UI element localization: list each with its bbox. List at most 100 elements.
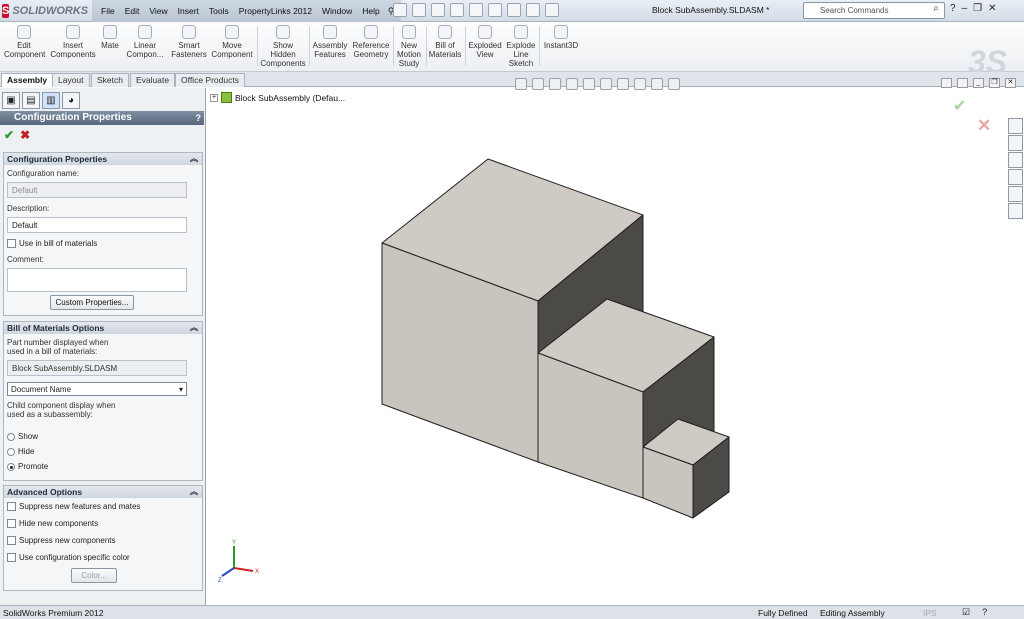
display-manager-icon[interactable]: ◕ [62, 92, 80, 109]
close-icon[interactable]: ✕ [988, 3, 996, 14]
radio-promote[interactable]: Promote [7, 462, 48, 471]
help-icon[interactable]: ? [196, 111, 202, 125]
doc-close-icon[interactable]: ✕ [1005, 78, 1016, 88]
restore-icon[interactable]: ❐ [973, 3, 982, 14]
chevron-down-icon[interactable]: ▾ [179, 385, 183, 394]
radio[interactable] [7, 447, 15, 456]
unit-system[interactable]: IPS [923, 608, 937, 618]
group-header[interactable]: Advanced Options ︽ [4, 486, 202, 498]
bill-of-materials-button[interactable]: Bill of Materials [428, 25, 462, 59]
print-icon[interactable] [450, 3, 464, 17]
tab-layout[interactable]: Layout [52, 73, 90, 87]
radio-hide[interactable]: Hide [7, 447, 34, 456]
mate-button[interactable]: Mate [98, 25, 122, 50]
doc-restore-icon[interactable]: ❐ [989, 78, 1000, 88]
description-field[interactable]: Default [7, 217, 187, 233]
cancel-x-icon[interactable]: ✖ [20, 128, 30, 142]
config-name-label: Configuration name: [7, 169, 80, 178]
graphics-area[interactable]: + Block SubAssembly (Defau... _ ❐ ✕ ✔ ✕ [207, 78, 1024, 605]
suppress-features-checkbox[interactable]: Suppress new features and mates [7, 502, 140, 511]
model-view[interactable] [207, 88, 1024, 605]
z-axis-label: Z [218, 578, 222, 583]
undo-icon[interactable] [469, 3, 483, 17]
rebuild-icon[interactable] [507, 3, 521, 17]
solidworks-logo[interactable]: S SOLIDWORKS [2, 2, 88, 20]
search-input[interactable]: Search Commands [804, 6, 928, 15]
use-in-bom-checkbox[interactable]: Use in bill of materials [7, 239, 97, 248]
checkbox[interactable] [7, 536, 16, 545]
new-document-icon[interactable] [393, 3, 407, 17]
comment-field[interactable] [7, 268, 187, 292]
tab-office-products[interactable]: Office Products [175, 73, 245, 87]
help-icon[interactable]: ? [950, 3, 956, 14]
child-display-label: Child component display when [7, 401, 116, 410]
help-status-icon[interactable]: ? [982, 607, 987, 618]
tab-assembly[interactable]: Assembly [1, 73, 54, 87]
menu-propertylinks[interactable]: PropertyLinks 2012 [234, 6, 317, 16]
select-icon[interactable] [488, 3, 502, 17]
checkbox[interactable] [7, 519, 16, 528]
menu-view[interactable]: View [144, 6, 172, 16]
reference-geometry-button[interactable]: Reference Geometry [351, 25, 391, 59]
bom-icon [438, 25, 452, 39]
explode-line-sketch-button[interactable]: Explode Line Sketch [505, 25, 537, 68]
radio-selected[interactable] [7, 462, 15, 471]
menu-window[interactable]: Window [317, 6, 357, 16]
instant3d-button[interactable]: Instant3D [541, 25, 581, 50]
menu-edit[interactable]: Edit [120, 6, 145, 16]
y-axis-label: Y [232, 540, 236, 546]
ok-check-icon[interactable]: ✔ [4, 128, 14, 142]
configuration-properties-group: Configuration Properties ︽ Configuration … [3, 152, 203, 316]
doc-minimize-icon[interactable]: _ [973, 78, 984, 88]
block-subassembly-model[interactable] [381, 158, 730, 519]
color-button[interactable]: Color... [71, 568, 117, 583]
part-number-source-select[interactable]: Document Name ▾ [7, 382, 187, 396]
checkbox[interactable] [7, 553, 16, 562]
tab-sketch[interactable]: Sketch [91, 73, 129, 87]
tile-icon[interactable] [957, 78, 968, 88]
group-header[interactable]: Configuration Properties ︽ [4, 153, 202, 165]
group-header[interactable]: Bill of Materials Options ︽ [4, 322, 202, 334]
suppress-components-checkbox[interactable]: Suppress new components [7, 536, 116, 545]
menu-file[interactable]: File [96, 6, 120, 16]
config-color-checkbox[interactable]: Use configuration specific color [7, 553, 130, 562]
part-number-field[interactable]: Block SubAssembly.SLDASM [7, 360, 187, 376]
rebuild-status-icon[interactable]: ☑ [962, 607, 970, 618]
menu-bar: File Edit View Insert Tools PropertyLink… [92, 0, 402, 22]
move-component-button[interactable]: Move Component [210, 25, 254, 59]
collapse-chevron-icon[interactable]: ︽ [190, 153, 198, 165]
linear-pattern-button[interactable]: Linear Compon... [124, 25, 166, 59]
hide-components-checkbox[interactable]: Hide new components [7, 519, 98, 528]
property-manager-icon[interactable]: ▤ [22, 92, 40, 109]
tab-evaluate[interactable]: Evaluate [130, 73, 176, 87]
definition-status: Fully Defined [758, 608, 808, 618]
radio[interactable] [7, 432, 15, 441]
checkbox[interactable] [7, 239, 16, 248]
new-motion-study-button[interactable]: New Motion Study [395, 25, 423, 68]
menu-help[interactable]: Help [357, 6, 384, 16]
minimize-icon[interactable]: – [962, 3, 968, 14]
search-icon[interactable]: ⌕ [928, 3, 944, 18]
assembly-features-button[interactable]: Assembly Features [311, 25, 349, 59]
config-name-field[interactable]: Default [7, 182, 187, 198]
exploded-view-button[interactable]: Exploded View [467, 25, 503, 59]
show-hidden-components-button[interactable]: Show Hidden Components [260, 25, 306, 68]
configuration-manager-icon[interactable]: ▥ [42, 92, 60, 109]
radio-show[interactable]: Show [7, 432, 38, 441]
smart-fasteners-button[interactable]: Smart Fasteners [170, 25, 208, 59]
file-properties-icon[interactable] [526, 3, 540, 17]
collapse-chevron-icon[interactable]: ︽ [190, 322, 198, 334]
options-icon[interactable] [545, 3, 559, 17]
custom-properties-button[interactable]: Custom Properties... [50, 295, 134, 310]
checkbox[interactable] [7, 502, 16, 511]
menu-insert[interactable]: Insert [173, 6, 204, 16]
open-document-icon[interactable] [412, 3, 426, 17]
search-commands-field[interactable]: Search Commands ⌕ [803, 2, 945, 19]
split-icon[interactable] [941, 78, 952, 88]
insert-components-button[interactable]: Insert Components [50, 25, 96, 59]
collapse-chevron-icon[interactable]: ︽ [190, 486, 198, 498]
edit-component-button[interactable]: Edit Component [4, 25, 45, 59]
save-icon[interactable] [431, 3, 445, 17]
menu-tools[interactable]: Tools [204, 6, 234, 16]
feature-manager-icon[interactable]: ▣ [2, 92, 20, 109]
